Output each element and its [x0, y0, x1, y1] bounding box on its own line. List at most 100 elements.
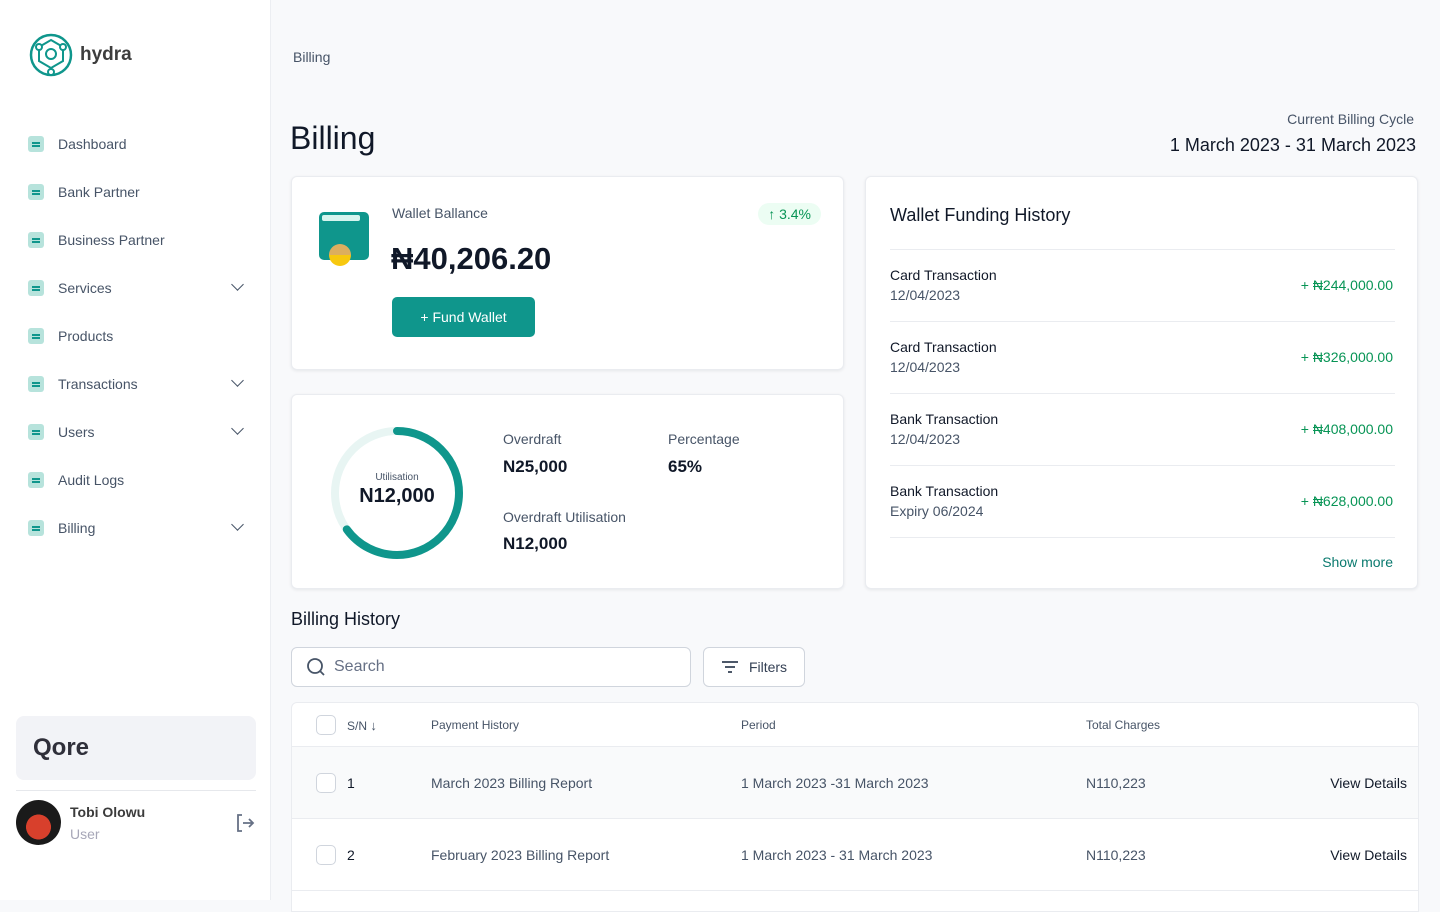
funding-amount: + ₦244,000.00: [1300, 277, 1393, 293]
row-checkbox[interactable]: [316, 845, 336, 865]
overdraft-card: Utilisation N12,000 Overdraft N25,000 Pe…: [291, 394, 844, 589]
sidebar-item-label: Billing: [58, 520, 96, 536]
funding-amount: + ₦408,000.00: [1300, 421, 1393, 437]
funding-date: 12/04/2023: [890, 287, 961, 303]
select-all-checkbox[interactable]: [316, 715, 336, 735]
logout-icon[interactable]: [234, 812, 256, 834]
wallet-balance-card: Wallet Ballance ₦40,206.20 ↑ 3.4% + Fund…: [291, 176, 844, 370]
funding-type: Bank Transaction: [890, 411, 999, 427]
sidebar-item-business-partner[interactable]: Business Partner: [28, 216, 248, 264]
sidebar-item-billing[interactable]: Billing: [28, 504, 248, 552]
sidebar-item-label: Bank Partner: [58, 184, 140, 200]
sidebar: hydra Dashboard Bank Partner Business Part…: [0, 0, 271, 900]
sidebar-item-users[interactable]: Users: [28, 408, 248, 456]
row-sn: 1: [347, 775, 355, 791]
column-sn[interactable]: S/N ↓: [347, 718, 377, 733]
table-row: 2 February 2023 Billing Report 1 March 2…: [292, 819, 1418, 891]
sidebar-nav: Dashboard Bank Partner Business Partner Ser…: [28, 120, 248, 552]
ring-label: Utilisation: [375, 472, 419, 483]
search-input[interactable]: [334, 658, 674, 676]
search-icon: [307, 658, 325, 676]
dashboard-icon: [28, 136, 44, 152]
chevron-down-icon[interactable]: [231, 374, 244, 387]
users-icon: [28, 424, 44, 440]
page-title: Billing: [290, 120, 376, 156]
billing-cycle-label: Current Billing Cycle: [1287, 111, 1414, 127]
funding-item: Bank Transaction 12/04/2023 + ₦408,000.00: [890, 394, 1395, 466]
services-icon: [28, 280, 44, 296]
billing-history-table: S/N ↓ Payment History Period Total Charg…: [291, 702, 1419, 912]
show-more-link[interactable]: Show more: [1322, 554, 1393, 570]
transactions-icon: [28, 376, 44, 392]
table-header: S/N ↓ Payment History Period Total Charg…: [292, 703, 1418, 747]
row-total: N110,223: [1086, 847, 1146, 863]
user-name: Tobi Olowu: [70, 804, 146, 820]
breadcrumb[interactable]: Billing: [293, 49, 330, 65]
search-box: [291, 647, 691, 687]
funding-date: Expiry 06/2024: [890, 503, 984, 519]
wallet-amount: ₦40,206.20: [391, 241, 552, 276]
hydra-logo-icon: [29, 33, 73, 77]
view-details-link[interactable]: View Details: [1330, 847, 1407, 863]
sidebar-item-audit-logs[interactable]: Audit Logs: [28, 456, 248, 504]
sidebar-item-label: Users: [58, 424, 95, 440]
row-payment-history: March 2023 Billing Report: [431, 775, 593, 791]
percentage-label: Percentage: [668, 431, 740, 447]
sidebar-item-label: Products: [58, 328, 114, 344]
sidebar-item-services[interactable]: Services: [28, 264, 248, 312]
fund-wallet-button[interactable]: + Fund Wallet: [392, 297, 535, 337]
percentage-value: 65%: [668, 457, 703, 476]
column-payment-history: Payment History: [431, 718, 520, 732]
overdraft-utilisation-value: N12,000: [503, 534, 568, 553]
briefcase-icon: [28, 232, 44, 248]
avatar[interactable]: [16, 800, 61, 845]
change-value: 3.4%: [779, 206, 811, 222]
sidebar-item-label: Business Partner: [58, 232, 165, 248]
logo[interactable]: hydra: [28, 32, 132, 78]
arrow-up-icon: ↑: [768, 206, 780, 222]
chevron-down-icon[interactable]: [231, 422, 244, 435]
funding-type: Card Transaction: [890, 267, 997, 283]
sidebar-item-dashboard[interactable]: Dashboard: [28, 120, 248, 168]
funding-type: Bank Transaction: [890, 483, 999, 499]
products-icon: [28, 328, 44, 344]
filters-label: Filters: [748, 659, 788, 675]
column-period: Period: [741, 718, 776, 732]
billing-cycle-value: 1 March 2023 - 31 March 2023: [1169, 135, 1416, 155]
sidebar-item-bank-partner[interactable]: Bank Partner: [28, 168, 248, 216]
change-badge: ↑ 3.4%: [758, 203, 821, 225]
row-checkbox[interactable]: [316, 773, 336, 793]
row-total: N110,223: [1086, 775, 1146, 791]
filter-icon: [721, 661, 738, 673]
bank-icon: [28, 184, 44, 200]
funding-date: 12/04/2023: [890, 431, 961, 447]
overdraft-value: N25,000: [503, 457, 568, 476]
funding-amount: + ₦326,000.00: [1300, 349, 1393, 365]
sort-down-icon[interactable]: ↓: [370, 718, 377, 733]
sidebar-item-label: Audit Logs: [58, 472, 125, 488]
chevron-down-icon[interactable]: [231, 278, 244, 291]
filters-button[interactable]: Filters: [703, 647, 805, 687]
wallet-funding-history-card: Wallet Funding History Card Transaction 1…: [865, 176, 1418, 589]
row-period: 1 March 2023 -31 March 2023: [741, 775, 929, 791]
wallet-label: Wallet Ballance: [392, 205, 488, 221]
user-profile: Tobi Olowu User: [16, 800, 256, 846]
column-total-charges: Total Charges: [1086, 718, 1161, 732]
wallet-icon: [319, 212, 369, 266]
sidebar-item-transactions[interactable]: Transactions: [28, 360, 248, 408]
funding-type: Card Transaction: [890, 339, 997, 355]
brand-name: hydra: [80, 44, 132, 65]
overdraft-utilisation-label: Overdraft Utilisation: [503, 509, 626, 525]
chevron-down-icon[interactable]: [231, 518, 244, 531]
table-row: 1 March 2023 Billing Report 1 March 2023…: [292, 747, 1418, 819]
overdraft-label: Overdraft: [503, 431, 562, 447]
divider: [16, 790, 256, 791]
sidebar-item-label: Transactions: [58, 376, 138, 392]
user-role: User: [70, 826, 100, 842]
funding-item: Card Transaction 12/04/2023 + ₦326,000.00: [890, 322, 1395, 394]
org-name[interactable]: Qore: [16, 716, 256, 780]
sidebar-item-products[interactable]: Products: [28, 312, 248, 360]
sidebar-item-label: Services: [58, 280, 112, 296]
view-details-link[interactable]: View Details: [1330, 775, 1407, 791]
funding-item: Card Transaction 12/04/2023 + ₦244,000.00: [890, 250, 1395, 322]
